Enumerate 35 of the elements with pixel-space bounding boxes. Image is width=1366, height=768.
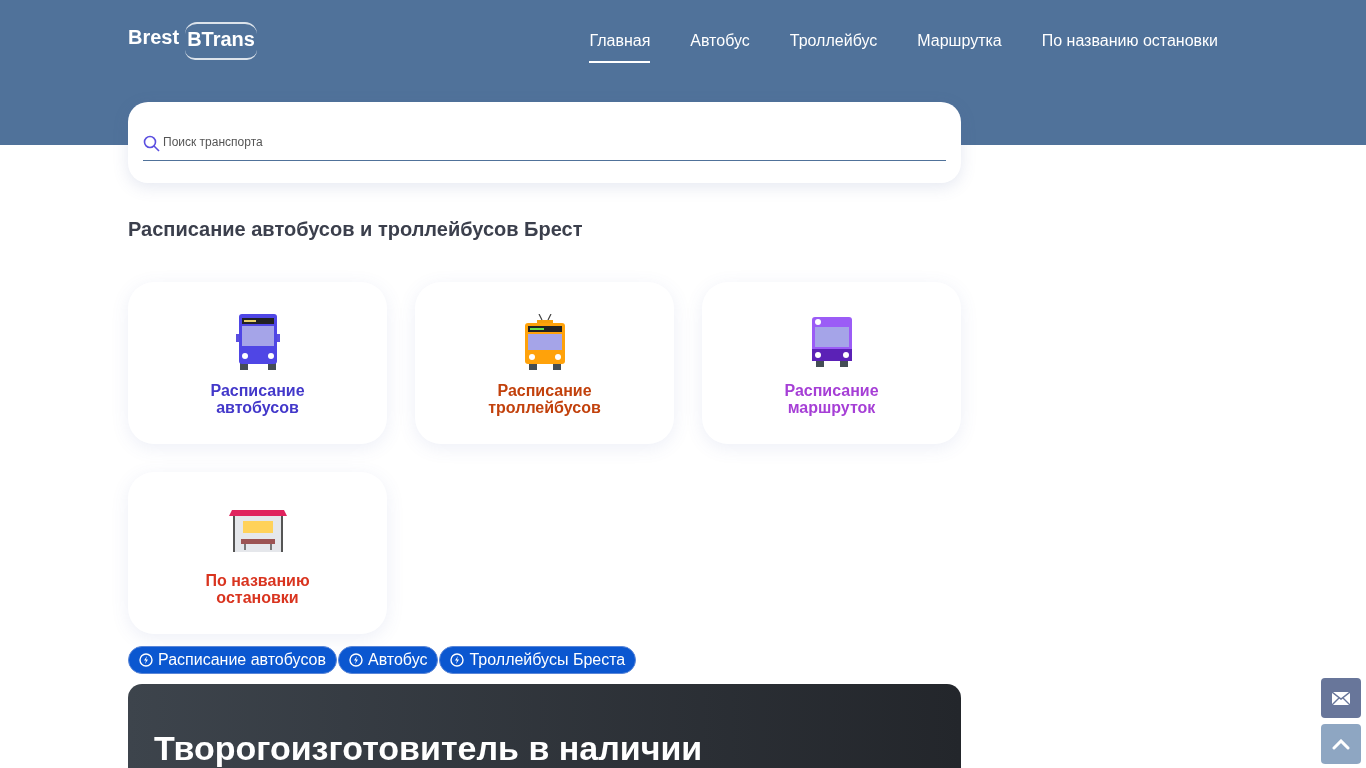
nav-link[interactable]: Автобус: [690, 29, 750, 63]
chevron-up-icon: [1332, 738, 1350, 750]
nav-link[interactable]: Маршрутка: [917, 29, 1002, 63]
card-label: Расписание автобусов: [209, 382, 306, 416]
logo-text: Brest: [128, 25, 180, 50]
category-card[interactable]: Расписание троллейбусов: [415, 282, 674, 444]
card-label: Расписание маршруток: [783, 382, 880, 416]
card-label: По названию остановки: [204, 572, 311, 606]
lightning-icon: [348, 653, 363, 667]
search-icon: [143, 135, 160, 152]
logo[interactable]: Brest BTrans: [128, 14, 257, 60]
tag-link[interactable]: Троллейбусы Бреста: [439, 646, 637, 674]
category-card[interactable]: Расписание автобусов: [128, 282, 387, 444]
nav-link[interactable]: Троллейбус: [789, 29, 878, 63]
nav-link[interactable]: Главная: [589, 29, 651, 63]
logo-text: BTrans: [185, 22, 257, 60]
lightning-icon: [450, 653, 465, 667]
bus-icon: [233, 314, 282, 370]
email-button[interactable]: [1321, 678, 1361, 718]
search-field[interactable]: Поиск транспорта: [143, 134, 946, 161]
envelope-icon: [1332, 691, 1350, 705]
search-panel[interactable]: Поиск транспорта: [128, 102, 961, 183]
category-card[interactable]: Расписание маршруток: [702, 282, 961, 444]
banner-title: Творогоизготовитель в наличии: [154, 730, 704, 766]
trolleybus-icon: [522, 314, 567, 370]
category-card[interactable]: По названию остановки: [128, 472, 387, 634]
bus-stop-icon: [228, 510, 287, 554]
card-label: Расписание троллейбусов: [487, 382, 602, 416]
page-heading: Расписание автобусов и троллейбусов Брест: [128, 217, 584, 242]
lightning-icon: [139, 653, 153, 667]
scroll-top-button[interactable]: [1321, 724, 1361, 764]
minibus-icon: [809, 317, 854, 367]
tag-link[interactable]: Автобус: [337, 646, 439, 674]
tag-link[interactable]: Расписание автобусов: [128, 646, 337, 674]
nav-link[interactable]: По названию остановки: [1041, 29, 1218, 63]
